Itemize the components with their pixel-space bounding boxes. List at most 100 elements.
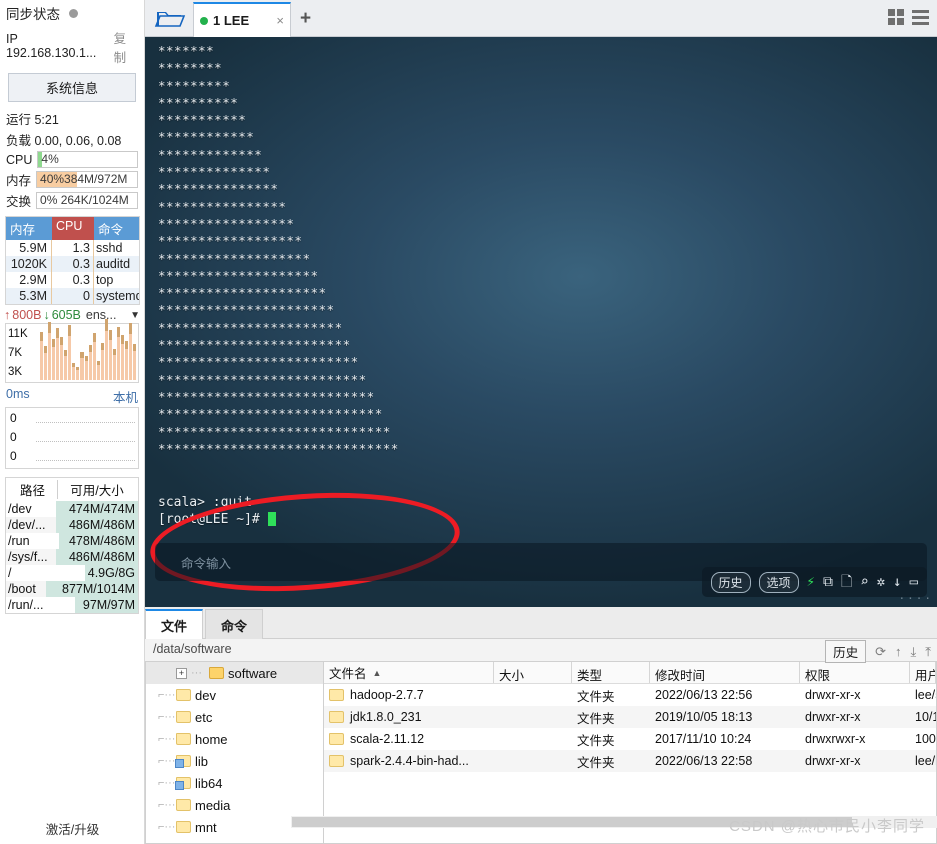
tree-node-label: dev bbox=[195, 687, 216, 703]
file-row[interactable]: hadoop-2.7.7 文件夹 2022/06/13 22:56 drwxr-xr-… bbox=[324, 684, 936, 706]
bolt-icon[interactable]: ⚡ bbox=[807, 575, 815, 589]
file-list-body: hadoop-2.7.7 文件夹 2022/06/13 22:56 drwxr-xr-… bbox=[324, 684, 936, 772]
network-bar-base bbox=[40, 331, 44, 341]
network-bar-base bbox=[96, 360, 100, 365]
disk-size: 97M/97M bbox=[82, 598, 135, 612]
arrow-up-icon: ↑ bbox=[4, 308, 11, 322]
tree-node-lib[interactable]: ⌐··· lib bbox=[146, 750, 323, 772]
folder-icon bbox=[176, 821, 191, 833]
sort-ascending-icon: ▲ bbox=[372, 667, 382, 678]
process-header-cpu: CPU bbox=[52, 217, 94, 240]
disk-path: /sys/f... bbox=[8, 550, 48, 564]
download-icon[interactable]: ↓ bbox=[893, 575, 901, 589]
file-header-size[interactable]: 大小 bbox=[494, 662, 572, 683]
grid-view-icon[interactable] bbox=[888, 9, 904, 25]
file-row[interactable]: jdk1.8.0_231 文件夹 2019/10/05 18:13 drwxr-xr-… bbox=[324, 706, 936, 728]
terminal-options-button[interactable]: 选项 bbox=[758, 571, 799, 593]
tree-node-label: software bbox=[228, 665, 278, 681]
meter-value: 0% 264K/1024M bbox=[40, 193, 129, 207]
chevron-down-icon[interactable]: ▼ bbox=[130, 310, 140, 321]
load-average-label: 负载 0.00, 0.06, 0.08 bbox=[6, 134, 122, 148]
file-owner-cell: 1001/100 bbox=[915, 732, 936, 746]
file-header-mtime[interactable]: 修改时间 bbox=[650, 662, 800, 683]
process-mem: 2.9M bbox=[6, 272, 52, 288]
network-bar bbox=[76, 367, 80, 380]
folder-icon bbox=[176, 799, 191, 811]
disk-path: /run/... bbox=[8, 598, 44, 612]
parent-dir-icon[interactable]: ↑ bbox=[895, 644, 902, 659]
network-bar-base bbox=[100, 342, 104, 350]
meter-bar: 0% 264K/1024M bbox=[36, 192, 138, 209]
tree-node-etc[interactable]: ⌐··· etc bbox=[146, 706, 323, 728]
disk-size: 4.9G/8G bbox=[87, 566, 135, 580]
folder-icon bbox=[176, 733, 191, 745]
ping-gridline bbox=[36, 422, 135, 423]
network-bar bbox=[104, 319, 108, 380]
network-axis-label: 3K bbox=[8, 366, 23, 378]
activate-upgrade-link[interactable]: 激活/升级 bbox=[0, 819, 145, 838]
file-mtime-cell: 2022/06/13 22:58 bbox=[655, 754, 753, 768]
disk-header-path: 路径 bbox=[8, 480, 58, 499]
gear-icon[interactable]: ✲ bbox=[877, 575, 885, 589]
network-bar bbox=[64, 350, 68, 380]
terminal-output-area[interactable]: ******* ******** ********* ********** ******… bbox=[145, 37, 937, 607]
copy-icon[interactable]: ⧉ bbox=[823, 575, 833, 589]
terminal-prompt-line: [root@LEE ~]# bbox=[158, 511, 937, 528]
network-bar bbox=[72, 362, 76, 380]
tab-files[interactable]: 文件 bbox=[145, 609, 203, 640]
disk-table-body: /dev 474M/474M/dev/... 486M/486M/run 478M/4… bbox=[6, 501, 138, 613]
disk-size: 486M/486M bbox=[68, 550, 135, 564]
file-name-cell: hadoop-2.7.7 bbox=[324, 688, 494, 702]
network-bar bbox=[88, 344, 92, 380]
network-bar bbox=[133, 343, 137, 380]
file-row[interactable]: scala-2.11.12 文件夹 2017/11/10 10:24 drwxrwxr… bbox=[324, 728, 936, 750]
ping-latency-value: 0ms bbox=[6, 387, 30, 401]
copy-ip-button[interactable]: 复制 bbox=[114, 28, 138, 66]
file-header-type[interactable]: 类型 bbox=[572, 662, 650, 683]
file-row[interactable]: spark-2.4.4-bin-had... 文件夹 2022/06/13 22:5… bbox=[324, 750, 936, 772]
folder-icon bbox=[175, 777, 191, 790]
network-bar-base bbox=[112, 348, 116, 355]
terminal-history-button[interactable]: 历史 bbox=[710, 571, 751, 593]
network-bar bbox=[40, 331, 44, 380]
refresh-icon[interactable]: ⟳ bbox=[875, 644, 886, 660]
current-path-label[interactable]: /data/software bbox=[153, 642, 232, 656]
file-header-name[interactable]: 文件名 ▲ bbox=[324, 662, 494, 683]
tree-node-home[interactable]: ⌐··· home bbox=[146, 728, 323, 750]
file-history-button[interactable]: 历史 bbox=[825, 640, 867, 663]
close-icon[interactable]: × bbox=[276, 13, 284, 28]
file-header-perm[interactable]: 权限 bbox=[800, 662, 910, 683]
new-tab-button[interactable]: + bbox=[300, 8, 311, 30]
window-icon[interactable]: ▭ bbox=[910, 575, 918, 589]
download-icon[interactable]: ⤓ bbox=[911, 644, 917, 660]
file-mtime-cell: 2017/11/10 10:24 bbox=[655, 732, 752, 746]
tree-node-software[interactable]: + ··· software bbox=[146, 662, 323, 684]
search-icon[interactable]: ⌕ bbox=[860, 575, 868, 589]
file-name-cell: jdk1.8.0_231 bbox=[324, 710, 494, 724]
tab-commands[interactable]: 命令 bbox=[205, 609, 263, 640]
paste-icon[interactable]: 🗋 bbox=[841, 575, 852, 589]
upload-icon[interactable]: ⤒ bbox=[925, 644, 931, 660]
terminal-line: ********** bbox=[158, 94, 239, 110]
tree-node-media[interactable]: ⌐··· media bbox=[146, 794, 323, 816]
file-name-label: hadoop-2.7.7 bbox=[350, 688, 424, 702]
system-info-button[interactable]: 系统信息 bbox=[8, 73, 136, 102]
expand-icon[interactable]: + bbox=[176, 667, 187, 679]
terminal-tab-1[interactable]: 1 LEE × bbox=[193, 2, 291, 37]
tree-node-dev[interactable]: ⌐··· dev bbox=[146, 684, 323, 706]
process-cmd: auditd bbox=[96, 257, 131, 271]
file-header-owner[interactable]: 用户/用户组 bbox=[910, 662, 936, 683]
tree-node-lib64[interactable]: ⌐··· lib64 bbox=[146, 772, 323, 794]
tree-guide: ⌐··· bbox=[158, 711, 176, 723]
meter-value: 4% bbox=[41, 152, 59, 166]
folder-open-icon[interactable] bbox=[153, 6, 187, 32]
ping-axis-label: 0 bbox=[10, 449, 17, 463]
terminal-line: ************************* bbox=[158, 354, 359, 370]
list-view-icon[interactable] bbox=[912, 9, 929, 25]
disk-row: /run/... 97M/97M bbox=[6, 597, 138, 613]
scroll-indicator: ···· bbox=[898, 592, 933, 605]
arrow-down-icon: ↓ bbox=[43, 308, 50, 322]
network-bar-base bbox=[108, 329, 112, 340]
process-cpu: 0 bbox=[52, 288, 94, 304]
status-dot-icon bbox=[69, 8, 78, 18]
